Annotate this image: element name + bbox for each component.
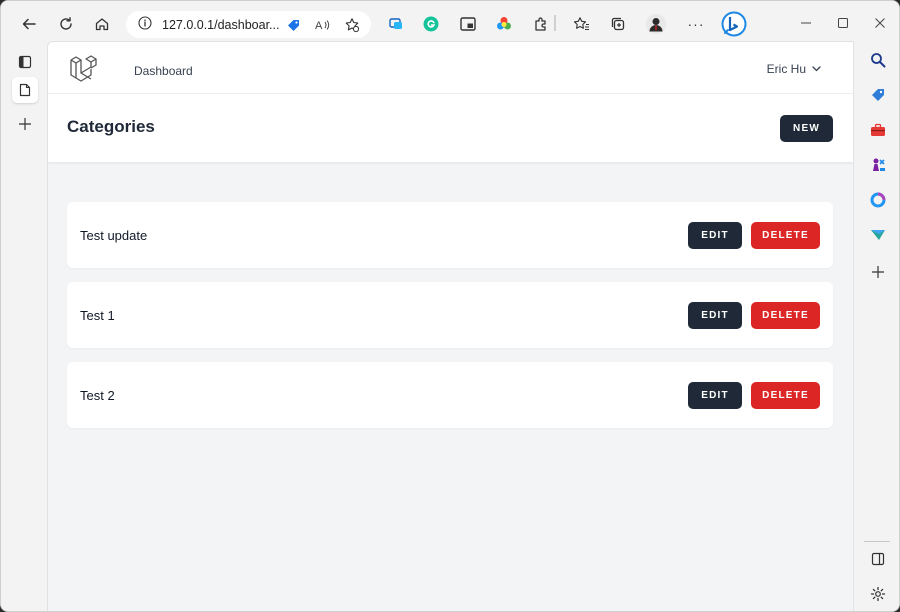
address-bar[interactable]: 127.0.0.1/dashboar... A (126, 11, 371, 38)
color-picker-icon[interactable] (495, 15, 513, 33)
svg-text:A: A (315, 20, 323, 32)
edit-button[interactable]: EDIT (688, 222, 742, 249)
active-tab-page-icon[interactable] (12, 77, 38, 103)
page-viewport: Dashboard Eric Hu Categories NEW Test up… (47, 41, 854, 611)
laravel-logo[interactable] (68, 54, 98, 84)
add-sidebar-app-icon[interactable] (868, 262, 888, 282)
category-row: Test update EDIT DELETE (67, 202, 833, 268)
close-icon[interactable] (870, 13, 890, 33)
picture-in-picture-icon[interactable] (459, 15, 477, 33)
favorite-star-icon[interactable] (344, 17, 360, 33)
nav-dashboard-link[interactable]: Dashboard (134, 64, 193, 78)
microsoft-365-icon[interactable] (868, 190, 888, 210)
send-drop-icon[interactable] (868, 225, 888, 245)
edge-sidebar (854, 47, 899, 611)
delete-button[interactable]: DELETE (751, 302, 820, 329)
more-options-button[interactable]: ··· (685, 15, 707, 33)
tab-actions-icon[interactable] (12, 49, 38, 75)
app-navigation: Dashboard Eric Hu (48, 42, 853, 94)
url-text[interactable]: 127.0.0.1/dashboar... (162, 18, 279, 32)
browser-window: 127.0.0.1/dashboar... A ··· Dashboard Er… (0, 0, 900, 612)
category-name: Test update (80, 228, 148, 243)
minimize-icon[interactable] (796, 13, 816, 33)
shopping-tag-icon[interactable] (868, 85, 888, 105)
games-chess-icon[interactable] (868, 155, 888, 175)
profile-avatar[interactable] (646, 14, 666, 34)
category-row: Test 2 EDIT DELETE (67, 362, 833, 428)
grammarly-icon[interactable] (422, 15, 440, 33)
settings-gear-icon[interactable] (868, 584, 888, 604)
hide-sidebar-icon[interactable] (868, 549, 888, 569)
vertical-tabs-rail (1, 47, 47, 611)
refresh-icon[interactable] (53, 11, 79, 37)
category-name: Test 2 (80, 388, 115, 403)
favorites-icon[interactable] (572, 15, 590, 33)
extensions-puzzle-icon[interactable] (532, 15, 550, 33)
edit-button[interactable]: EDIT (688, 302, 742, 329)
edit-button[interactable]: EDIT (688, 382, 742, 409)
delete-button[interactable]: DELETE (751, 382, 820, 409)
user-menu-dropdown[interactable]: Eric Hu (767, 62, 821, 76)
new-tab-plus-icon[interactable] (12, 111, 38, 137)
coupon-tag-icon[interactable] (285, 17, 301, 33)
category-name: Test 1 (80, 308, 115, 323)
new-category-button[interactable]: NEW (780, 115, 833, 142)
category-row: Test 1 EDIT DELETE (67, 282, 833, 348)
maximize-icon[interactable] (833, 13, 853, 33)
bing-chat-icon[interactable] (721, 11, 747, 37)
search-icon[interactable] (868, 50, 888, 70)
delete-button[interactable]: DELETE (751, 222, 820, 249)
home-icon[interactable] (89, 11, 115, 37)
chevron-down-icon (812, 66, 821, 72)
screen-capture-icon[interactable] (387, 15, 405, 33)
toolbar-divider (554, 15, 556, 31)
read-aloud-icon[interactable]: A (315, 17, 331, 33)
collections-icon[interactable] (609, 15, 627, 33)
tools-briefcase-icon[interactable] (868, 120, 888, 140)
categories-list: Test update EDIT DELETE Test 1 EDIT DELE… (67, 202, 833, 442)
page-header: Categories NEW (48, 94, 853, 162)
site-info-icon[interactable] (138, 16, 152, 33)
sidebar-divider (864, 541, 890, 542)
back-icon[interactable] (16, 11, 42, 37)
page-title: Categories (67, 117, 155, 136)
user-name[interactable]: Eric Hu (767, 62, 806, 76)
